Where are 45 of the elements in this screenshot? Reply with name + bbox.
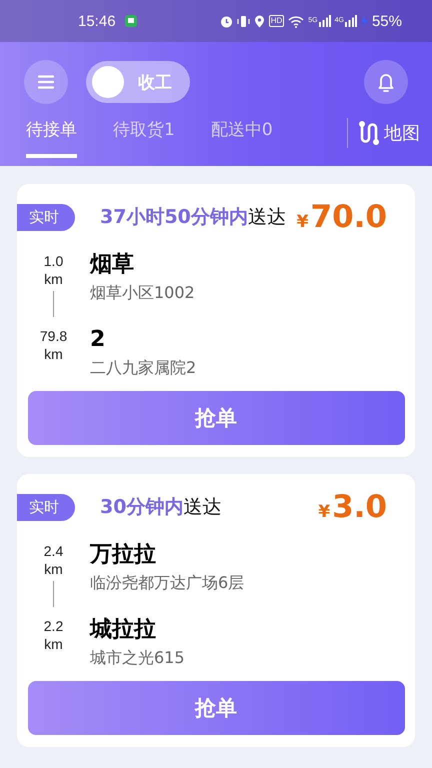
work-toggle[interactable]: 收工 [86, 61, 190, 103]
map-button[interactable]: 地图 [358, 120, 420, 154]
tab[interactable]: 配送中0 [210, 116, 273, 158]
wifi-icon [288, 14, 304, 28]
place-address: 烟草小区1002 [90, 283, 196, 304]
delivery-time: 37小时50分钟内送达 [100, 205, 286, 230]
vibrate-icon [236, 14, 250, 28]
distance-unit: km [44, 560, 63, 578]
place-name: 万拉拉 [90, 542, 157, 568]
distance-value: 79.8 [40, 327, 68, 345]
place-address: 城市之光615 [90, 648, 186, 669]
distance-unit: km [44, 635, 63, 653]
distance-value: 2.2 [44, 617, 64, 635]
place-name: 城拉拉 [90, 617, 157, 643]
notification-button[interactable] [364, 60, 408, 104]
place-name: 2 [90, 327, 106, 353]
signal-icon [318, 15, 331, 27]
distance-value: 1.0 [44, 252, 64, 270]
order-tag: 实时 [17, 204, 75, 230]
charging-icon [360, 15, 368, 27]
delivery-time: 30分钟内送达 [100, 495, 222, 520]
route-icon [358, 120, 380, 146]
clock-time: 15:46 [78, 12, 116, 30]
distance-unit: km [44, 345, 63, 363]
battery-level: 55% [372, 12, 402, 30]
place-name: 烟草 [90, 252, 135, 278]
order-price: ¥3.0 [318, 489, 387, 525]
signal-icon [344, 15, 357, 27]
hd-badge: HD [268, 15, 284, 27]
alarm-icon [220, 14, 233, 28]
message-icon [124, 14, 138, 28]
tab[interactable]: 待接单 [26, 116, 77, 158]
order-tag: 实时 [17, 494, 75, 520]
distance-unit: km [44, 270, 63, 288]
menu-button[interactable] [24, 60, 68, 104]
grab-order-button[interactable]: 抢单 [28, 391, 404, 445]
place-address: 二八九家属院2 [90, 358, 198, 379]
location-icon [254, 14, 265, 28]
bell-icon [377, 72, 395, 92]
order-price: ¥70.0 [296, 199, 387, 235]
grab-order-button[interactable]: 抢单 [28, 681, 404, 735]
place-address: 临汾尧都万达广场6层 [90, 573, 246, 594]
tab[interactable]: 待取货1 [113, 116, 175, 158]
menu-icon [38, 75, 54, 89]
distance-value: 2.4 [44, 542, 64, 560]
